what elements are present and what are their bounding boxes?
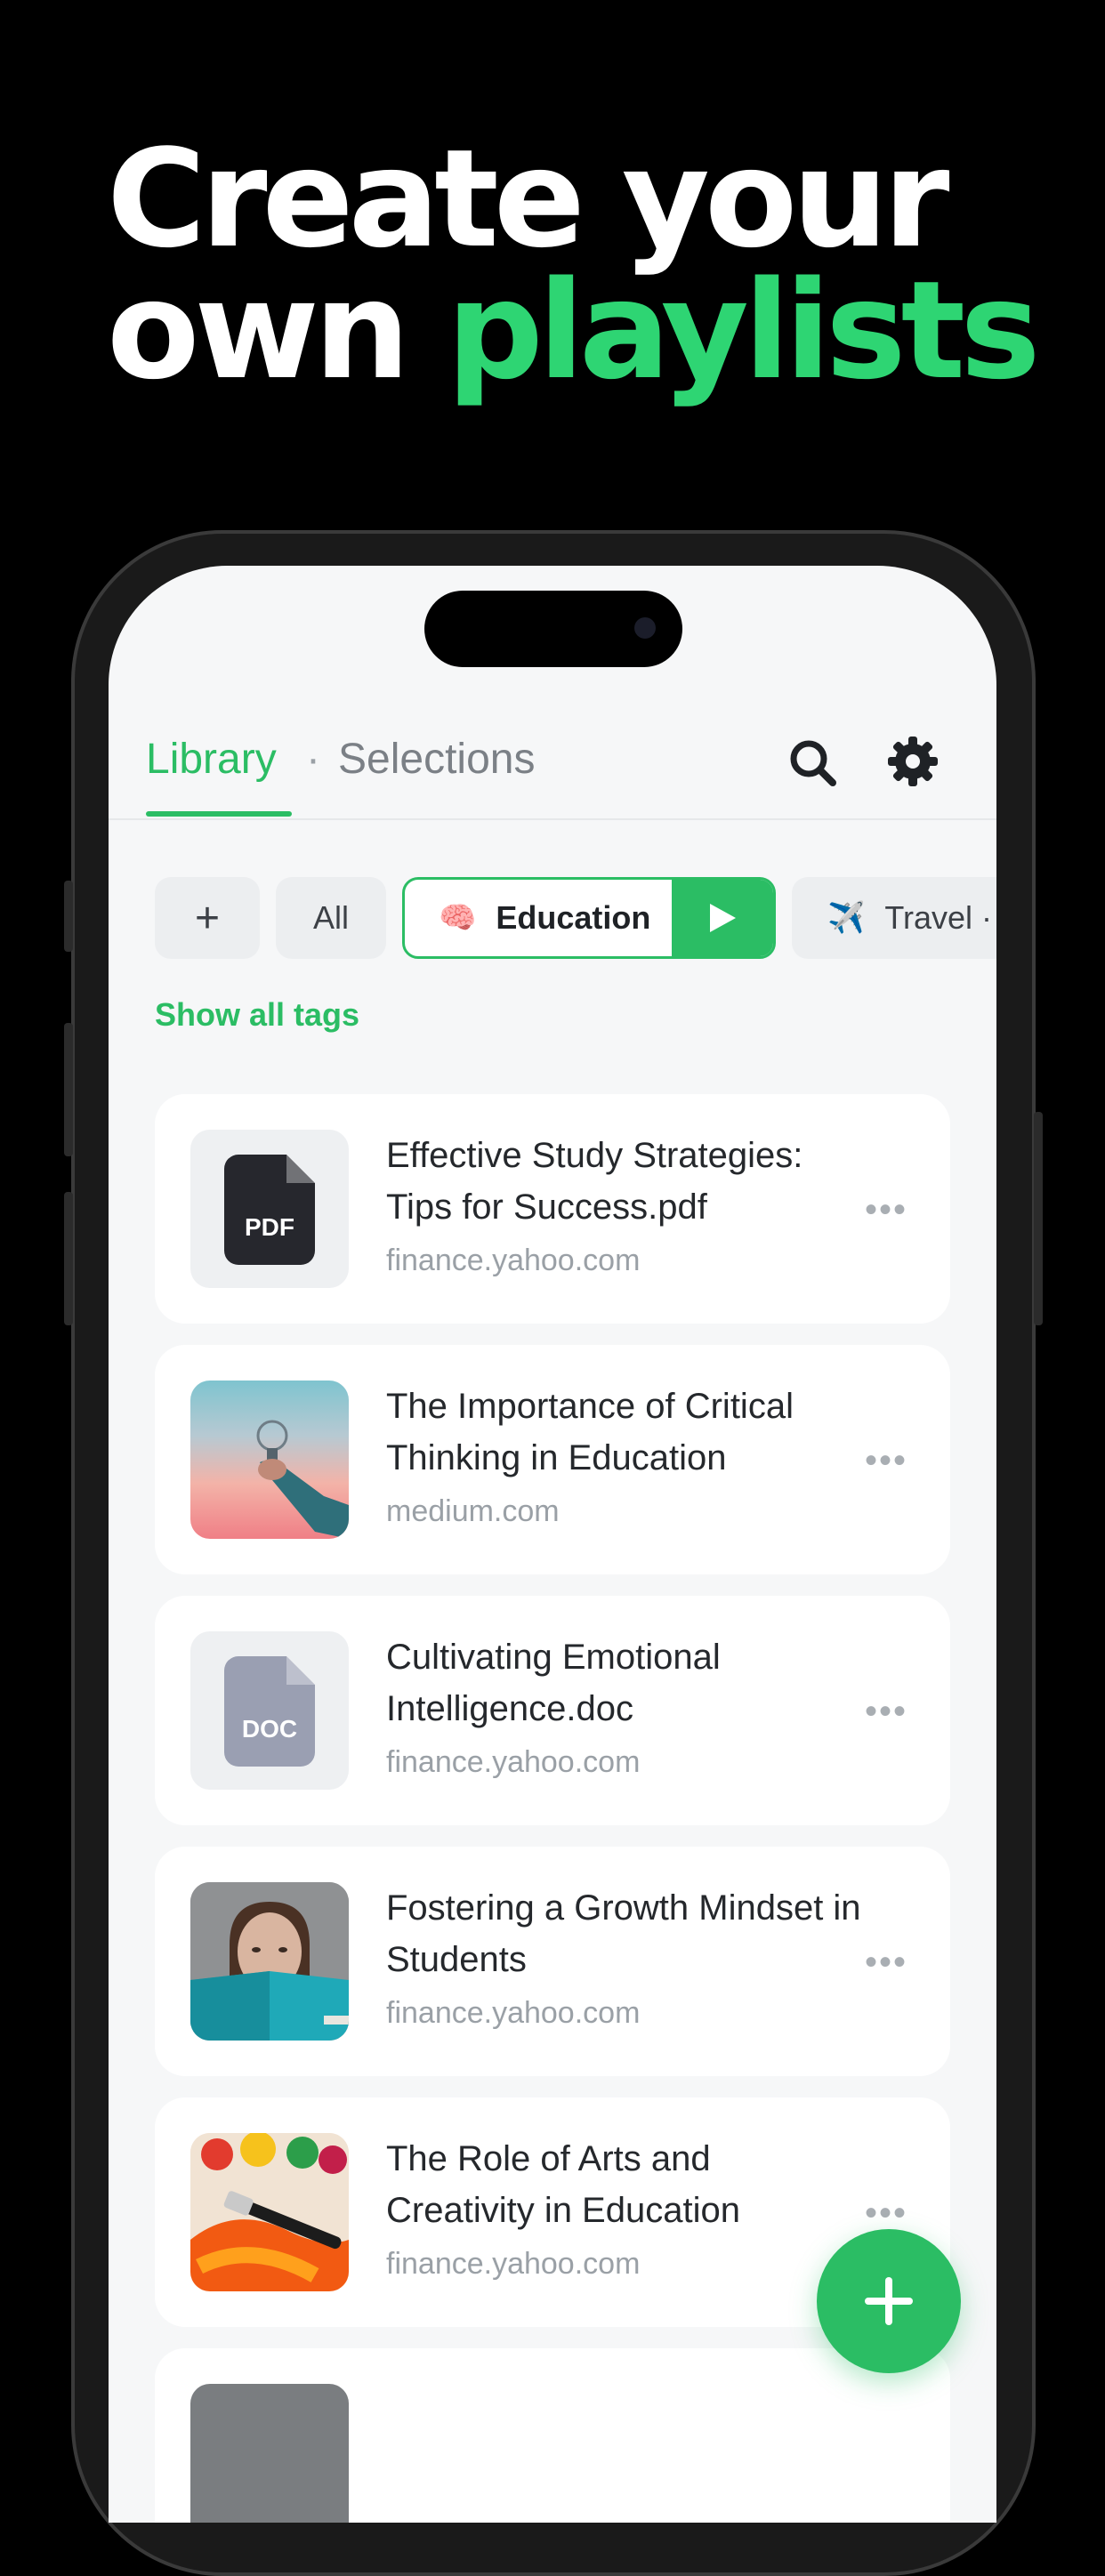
tab-separator: · xyxy=(306,736,320,783)
paint-image-thumbnail xyxy=(190,2133,349,2291)
power-button xyxy=(1034,1112,1043,1325)
play-tag-button[interactable] xyxy=(672,880,773,956)
tag-travel-label: Travel · xyxy=(884,899,993,936)
tab-library[interactable]: Library xyxy=(146,735,277,784)
lightbulb-hand-image xyxy=(256,1420,349,1539)
item-thumbnail xyxy=(190,2384,349,2523)
item-title: The Role of Arts and Creativity in Educa… xyxy=(386,2139,740,2230)
search-icon[interactable] xyxy=(785,735,842,792)
student-reading-image xyxy=(190,1882,349,2041)
active-tab-indicator xyxy=(146,811,292,817)
brain-icon: 🧠 xyxy=(439,901,477,935)
item-domain: finance.yahoo.com xyxy=(386,1745,641,1779)
add-tag-button[interactable]: + xyxy=(155,877,260,959)
mute-switch xyxy=(64,881,73,952)
header: Library · Selections xyxy=(109,726,996,820)
plus-icon xyxy=(865,2277,913,2325)
more-options-button[interactable]: ••• xyxy=(865,1692,907,1732)
airplane-icon: ✈️ xyxy=(827,901,866,935)
gear-icon[interactable] xyxy=(884,733,941,790)
item-domain: finance.yahoo.com xyxy=(386,2247,641,2281)
show-all-tags-link[interactable]: Show all tags xyxy=(155,996,359,1034)
headline-line-1: Create your xyxy=(107,120,950,278)
headline-line-2: own playlists xyxy=(107,263,1041,398)
list-item[interactable]: DOC Cultivating Emotional Intelligence.d… xyxy=(155,1596,950,1825)
volume-down-button xyxy=(64,1192,73,1325)
list-item[interactable] xyxy=(155,2348,950,2523)
camera-icon xyxy=(634,617,656,639)
item-title: Fostering a Growth Mindset in Students xyxy=(386,1888,861,1979)
dynamic-island xyxy=(424,591,682,667)
tag-education-label: Education xyxy=(496,899,651,936)
doc-thumbnail: DOC xyxy=(190,1631,349,1790)
tag-chips: + All 🧠 Education ✈️ Travel · xyxy=(155,877,996,959)
item-domain: finance.yahoo.com xyxy=(386,1244,641,1277)
item-title: Effective Study Strategies: Tips for Suc… xyxy=(386,1136,803,1227)
item-domain: medium.com xyxy=(386,1494,560,1528)
play-icon xyxy=(710,904,736,932)
more-options-button[interactable]: ••• xyxy=(865,1190,907,1230)
item-title: Cultivating Emotional Intelligence.doc xyxy=(386,1638,721,1728)
tag-education[interactable]: 🧠 Education xyxy=(402,877,776,959)
lightbulb-image-thumbnail xyxy=(190,1381,349,1539)
item-title: The Importance of Critical Thinking in E… xyxy=(386,1387,794,1477)
doc-file-icon: DOC xyxy=(224,1656,315,1767)
tab-selections[interactable]: Selections xyxy=(338,735,535,784)
more-options-button[interactable]: ••• xyxy=(865,1943,907,1983)
list-item[interactable]: PDF Effective Study Strategies: Tips for… xyxy=(155,1094,950,1324)
headline: Create your own playlists xyxy=(107,120,1041,398)
volume-up-button xyxy=(64,1023,73,1156)
list-item[interactable]: The Importance of Critical Thinking in E… xyxy=(155,1345,950,1574)
paint-brushes-image xyxy=(190,2133,349,2291)
pdf-thumbnail: PDF xyxy=(190,1130,349,1288)
app-screen: Library · Selections + All 🧠 Education ✈… xyxy=(109,566,996,2523)
item-domain: finance.yahoo.com xyxy=(386,1996,641,2030)
headline-accent: playlists xyxy=(446,252,1041,409)
more-options-button[interactable]: ••• xyxy=(865,1441,907,1481)
student-image-thumbnail xyxy=(190,1882,349,2041)
tag-travel[interactable]: ✈️ Travel · xyxy=(792,877,996,959)
file-extension: DOC xyxy=(241,1715,298,1743)
file-extension: PDF xyxy=(245,1213,294,1241)
headline-plain: own xyxy=(107,252,447,409)
pdf-file-icon: PDF xyxy=(224,1155,315,1265)
add-item-fab[interactable] xyxy=(817,2229,961,2373)
tag-all[interactable]: All xyxy=(276,877,386,959)
list-item[interactable]: Fostering a Growth Mindset in Students f… xyxy=(155,1847,950,2076)
more-options-button[interactable]: ••• xyxy=(865,2194,907,2234)
